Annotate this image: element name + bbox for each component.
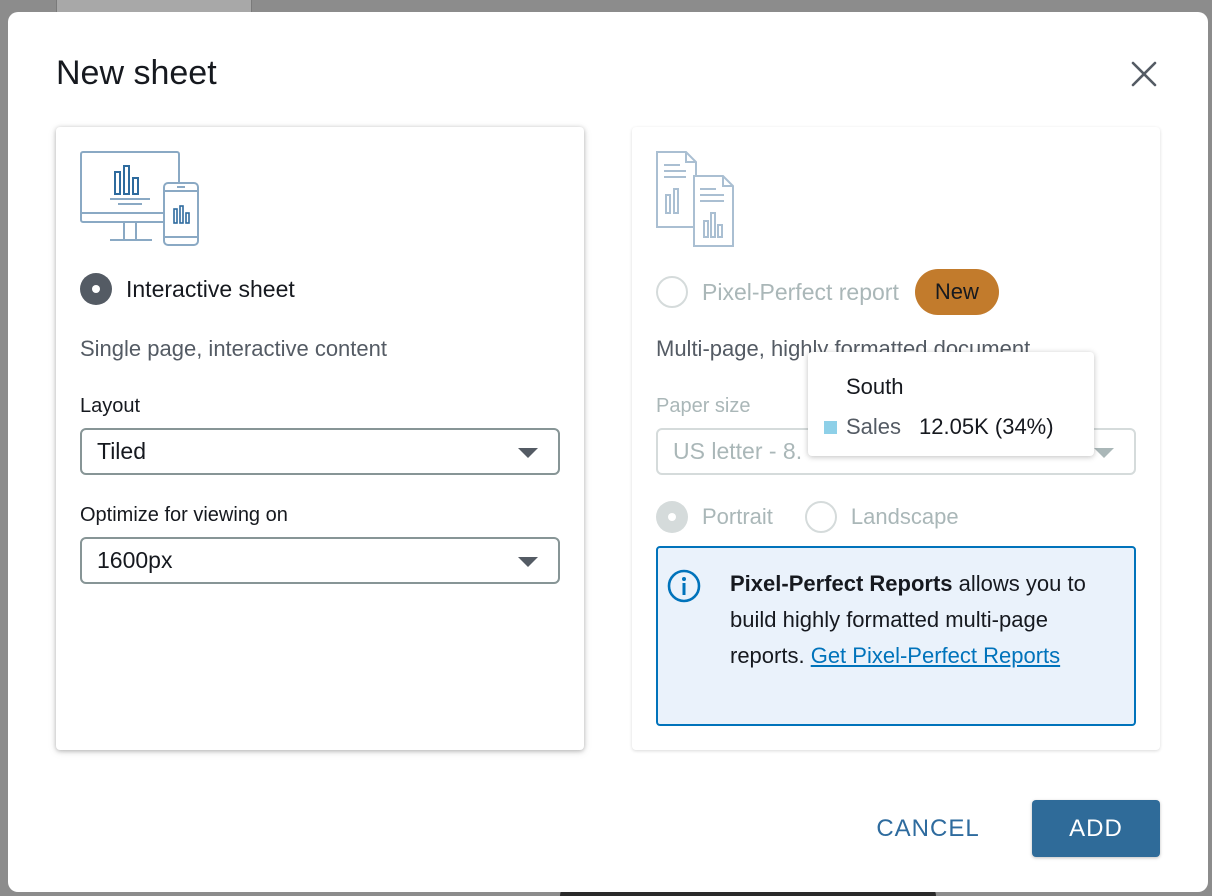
dialog-title: New sheet <box>56 54 217 92</box>
paper-size-label: Paper size <box>656 395 751 417</box>
close-icon <box>1131 61 1157 87</box>
interactive-sheet-card[interactable]: Interactive sheet Single page, interacti… <box>56 127 584 750</box>
new-badge: New <box>914 269 999 315</box>
cancel-button[interactable]: CANCEL <box>858 802 998 856</box>
pixel-perfect-label: Pixel-Perfect report <box>702 278 899 305</box>
tooltip-value: 12.05K (34%) <box>919 414 1054 439</box>
tooltip-series: Sales <box>846 414 902 439</box>
chevron-down-icon <box>518 448 538 458</box>
pixel-perfect-radio[interactable] <box>656 276 688 308</box>
landscape-option[interactable]: Landscape <box>804 501 959 533</box>
portrait-option[interactable]: Portrait <box>656 501 773 533</box>
interactive-sheet-radio[interactable] <box>80 273 112 305</box>
optimize-select[interactable]: 1600px <box>80 537 560 584</box>
info-icon <box>666 568 702 609</box>
interactive-sheet-description: Single page, interactive content <box>80 336 387 361</box>
close-button[interactable] <box>1126 56 1162 92</box>
info-alert: Pixel-Perfect Reports allows you to buil… <box>656 546 1136 726</box>
pixel-perfect-option[interactable]: Pixel-Perfect report New <box>656 269 999 315</box>
layout-value: Tiled <box>97 438 146 464</box>
orientation-group: Portrait Landscape <box>656 501 991 533</box>
optimize-label: Optimize for viewing on <box>80 504 288 526</box>
get-pixel-perfect-link[interactable]: Get Pixel-Perfect Reports <box>811 643 1060 668</box>
chart-tooltip: South Sales 12.05K (34%) <box>808 352 1094 456</box>
add-button[interactable]: ADD <box>1032 800 1160 857</box>
chevron-down-icon <box>518 557 538 567</box>
optimize-value: 1600px <box>97 547 173 573</box>
tooltip-swatch <box>824 420 837 434</box>
interactive-sheet-option[interactable]: Interactive sheet <box>80 273 295 305</box>
landscape-radio[interactable] <box>804 501 837 533</box>
portrait-radio[interactable] <box>656 501 688 533</box>
tooltip-row: Sales 12.05K (34%) <box>824 414 1054 440</box>
info-bold-text: Pixel-Perfect Reports <box>730 571 953 596</box>
dashboard-devices-icon <box>80 151 200 252</box>
layout-select[interactable]: Tiled <box>80 428 560 475</box>
layout-label: Layout <box>80 395 141 417</box>
report-documents-icon <box>656 151 738 252</box>
chevron-down-icon <box>1094 448 1114 458</box>
info-text: Pixel-Perfect Reports allows you to buil… <box>730 566 1110 674</box>
interactive-sheet-label: Interactive sheet <box>126 275 295 302</box>
landscape-label: Landscape <box>850 504 959 529</box>
tooltip-title: South <box>846 374 904 399</box>
paper-size-value: US letter - 8. <box>673 438 803 464</box>
portrait-label: Portrait <box>702 504 773 529</box>
